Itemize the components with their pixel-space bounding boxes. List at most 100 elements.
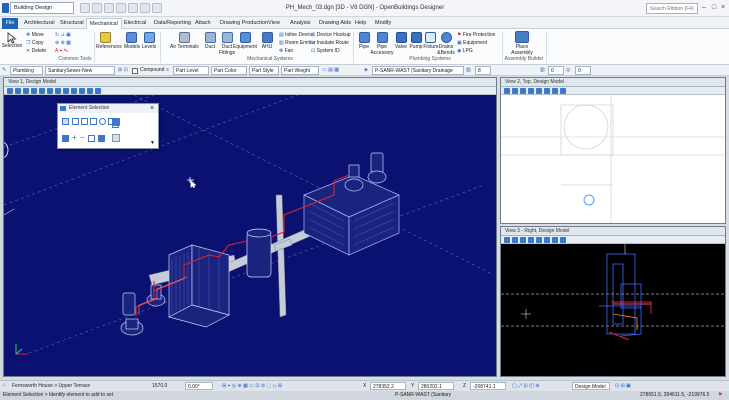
view2-attributes-icon[interactable]	[504, 88, 510, 94]
view-previous-icon[interactable]	[71, 88, 77, 94]
pipe-accessory-icon[interactable]	[377, 32, 388, 43]
view3-previous-icon[interactable]	[552, 237, 558, 243]
view2-previous-icon[interactable]	[552, 88, 558, 94]
pump-icon[interactable]	[411, 32, 422, 43]
levels-icon[interactable]	[144, 32, 155, 43]
fan-button[interactable]: ✤ Fan	[279, 48, 293, 54]
tab-help[interactable]: Help	[352, 18, 369, 29]
pipe-icon[interactable]	[359, 32, 370, 43]
equipment2-button[interactable]: ▣ Equipment	[457, 40, 487, 46]
spec-select[interactable]: P-SANR-WAST (Sanitary Drainage	[372, 66, 464, 75]
dialog-close-icon[interactable]: ×	[150, 104, 154, 113]
dialog-expand-icon[interactable]: ▼	[150, 140, 155, 146]
models-icon[interactable]	[126, 32, 137, 43]
view2-rotate-icon[interactable]	[536, 88, 542, 94]
open-file-icon[interactable]	[92, 3, 102, 13]
view3-zoom-in-icon[interactable]	[512, 237, 518, 243]
compound-checkbox[interactable]	[132, 68, 138, 74]
minimize-icon[interactable]: –	[700, 3, 708, 12]
rotate-view-icon[interactable]	[55, 88, 61, 94]
place-assembly-label[interactable]: Place Assembly	[507, 44, 537, 56]
selection-mode-add-icon[interactable]: +	[72, 133, 77, 142]
render-icon[interactable]	[95, 88, 101, 94]
view-attributes-icon[interactable]	[7, 88, 13, 94]
inline-device-button[interactable]: ▤ Inline Device	[279, 32, 314, 38]
fixture-icon[interactable]	[425, 32, 436, 43]
zoom-out-icon[interactable]	[31, 88, 37, 94]
select-block-icon[interactable]	[72, 118, 79, 125]
customize-qat-icon[interactable]	[152, 3, 162, 13]
insulate-route-button[interactable]: ≋ Insulate Route	[311, 40, 349, 46]
discipline-select[interactable]: Plumbing	[10, 66, 43, 75]
close-icon[interactable]: ×	[719, 3, 727, 12]
view3-next-icon[interactable]	[560, 237, 566, 243]
tab-mechanical[interactable]: Mechanical	[86, 18, 122, 29]
workspace-select[interactable]: Building Design	[10, 2, 74, 14]
common-tools-mini-icons[interactable]: ↻ ⊿ ▣	[55, 32, 71, 38]
part-level-select[interactable]: Part Level	[173, 66, 209, 75]
view2-fit-icon[interactable]	[528, 88, 534, 94]
references-icon[interactable]	[100, 32, 111, 43]
view-3-viewport[interactable]: View 3 - Right, Design Model	[500, 226, 726, 377]
valve-icon[interactable]	[396, 32, 407, 43]
model-select[interactable]: Design Model	[572, 382, 610, 390]
redo-icon[interactable]	[128, 3, 138, 13]
drains-bends-icon[interactable]	[441, 32, 452, 43]
maximize-icon[interactable]: □	[710, 3, 718, 12]
move-button[interactable]: ✥ Move	[26, 32, 44, 38]
common-tools-mini-icons-3[interactable]: A ⌖ ✎	[55, 48, 68, 54]
part-color-select[interactable]: Part Color	[211, 66, 247, 75]
print-icon[interactable]	[140, 3, 150, 13]
snap-icons[interactable]: ⊞ ⌖ ◎ ⊕ ▦ ▭ ⊡ ⊘ ⬚ ◇ ⊞	[222, 382, 282, 390]
select-element-icon[interactable]	[62, 118, 69, 125]
view2-zoom-in-icon[interactable]	[512, 88, 518, 94]
drains-bends-label[interactable]: Drains &Bends	[436, 44, 456, 56]
ahu-label[interactable]: AHU	[258, 44, 276, 50]
tab-drawing-aids[interactable]: Drawing Aids	[316, 18, 354, 29]
view-2-viewport[interactable]: View 2, Top, Design Model	[500, 77, 726, 224]
count1-field[interactable]: 8	[475, 66, 491, 75]
tab-analysis[interactable]: Analysis	[287, 18, 313, 29]
air-terminals-icon[interactable]	[179, 32, 190, 43]
angle-field[interactable]: 0.00°	[185, 382, 213, 390]
duct-fittings-icon[interactable]	[222, 32, 233, 43]
equipment-label[interactable]: Equipment	[232, 44, 258, 50]
selection-mode-subtract-icon[interactable]: −	[80, 133, 85, 142]
tab-modify[interactable]: Modify	[372, 18, 394, 29]
system-select[interactable]: SanitarySewer-New	[45, 66, 115, 75]
fit-view-icon[interactable]	[47, 88, 53, 94]
duct-icon[interactable]	[205, 32, 216, 43]
view2-zoom-out-icon[interactable]	[520, 88, 526, 94]
selection-mode-clear-icon[interactable]	[98, 135, 105, 142]
view3-fit-icon[interactable]	[528, 237, 534, 243]
device-hookup-button[interactable]: ⊞ Device Hookup	[311, 32, 351, 38]
selection-filter-icon[interactable]	[112, 118, 120, 126]
count2-field[interactable]: 0	[548, 66, 564, 75]
part-weight-select[interactable]: Part Weight	[281, 66, 319, 75]
selection-mode-new-icon[interactable]	[62, 135, 69, 142]
attribute-icons-2[interactable]: ▭ ▤ ▦	[322, 67, 339, 74]
model-extra-icons[interactable]: ⊡ ⊞ ▣	[615, 382, 631, 390]
part-style-select[interactable]: Part Style	[249, 66, 279, 75]
selection-properties-icon[interactable]	[112, 134, 120, 142]
levels-label[interactable]: Levels	[140, 44, 158, 50]
element-selection-titlebar[interactable]: Element Selection	[58, 104, 158, 113]
tab-electrical[interactable]: Electrical	[121, 18, 149, 29]
update-view-icon[interactable]	[15, 88, 21, 94]
air-terminals-label[interactable]: Air Terminals	[170, 44, 199, 50]
pan-view-icon[interactable]	[63, 88, 69, 94]
tool-settings-icon[interactable]: ✎	[2, 67, 6, 74]
view3-pan-icon[interactable]	[544, 237, 550, 243]
y-field[interactable]: 280202.1	[418, 382, 454, 390]
system-id-button[interactable]: ⊡ System ID	[311, 48, 340, 54]
select-circle-icon[interactable]	[99, 118, 106, 125]
window-area-icon[interactable]	[39, 88, 45, 94]
undo-icon[interactable]	[116, 3, 126, 13]
tab-data-reporting[interactable]: Data/Reporting	[151, 18, 194, 29]
save-icon[interactable]	[104, 3, 114, 13]
tab-view[interactable]: View	[265, 18, 283, 29]
view2-pan-icon[interactable]	[544, 88, 550, 94]
selection-label[interactable]: Selection	[1, 43, 23, 49]
view3-attributes-icon[interactable]	[504, 237, 510, 243]
place-assembly-icon[interactable]	[515, 31, 529, 43]
